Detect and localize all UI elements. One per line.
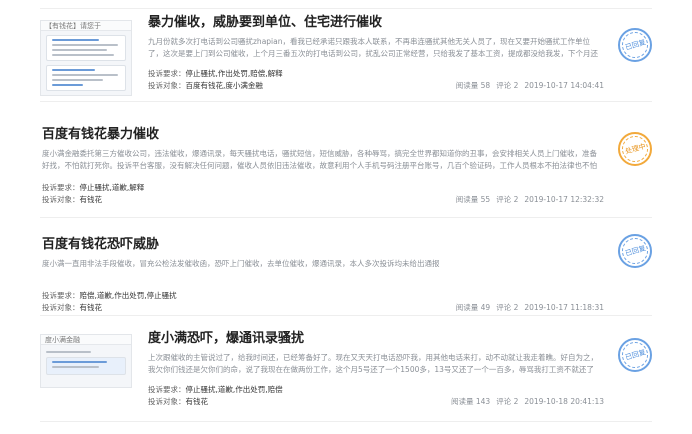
status-label: 已回复 (623, 38, 647, 52)
demand-label: 投诉要求： (42, 291, 80, 300)
complaint-title[interactable]: 百度有钱花暴力催收 (42, 126, 604, 144)
complaint-meta: 投诉要求：停止骚扰,作出处罚,赔偿,解释 投诉对象：百度有钱花,度小满金融 阅读… (148, 68, 604, 92)
post-date: 2019-10-17 12:32:32 (524, 195, 604, 204)
status-label: 处理中 (623, 142, 647, 156)
target-label: 投诉对象： (42, 303, 80, 312)
complaint-demand: 停止骚扰,作出处罚,赔偿,解释 (185, 69, 283, 78)
status-label: 已回复 (623, 244, 647, 258)
demand-label: 投诉要求： (148, 69, 186, 78)
complaint-stats: 阅读量 49 评论 2 2019-10-17 11:18:31 (450, 302, 604, 314)
demand-label: 投诉要求： (42, 183, 80, 192)
comment-count: 评论 2 (496, 397, 519, 406)
thumbnail-caption: 【有钱花】请您于 (41, 21, 131, 31)
complaint-body: 百度有钱花暴力催收 度小满金融委托第三方催收公司，违法催收，爆通讯录，每天骚扰电… (42, 126, 604, 206)
complaint-demand: 停止骚扰,道歉,作出处罚,赔偿 (185, 385, 283, 394)
complaint-target: 有钱花 (185, 397, 209, 406)
target-label: 投诉对象： (42, 195, 80, 204)
complaint-card[interactable]: 百度有钱花暴力催收 度小满金融委托第三方催收公司，违法催收，爆通讯录，每天骚扰电… (40, 120, 652, 218)
thumbnail-message-bubble (46, 357, 126, 375)
demand-label: 投诉要求： (148, 385, 186, 394)
complaint-thumbnail[interactable]: 【有钱花】请您于 (40, 20, 132, 96)
list-top-divider (40, 8, 652, 9)
thumbnail-sms-bubble (46, 65, 126, 91)
complaint-stats: 阅读量 58 评论 2 2019-10-17 14:04:41 (450, 80, 604, 92)
complaint-title[interactable]: 暴力催收，威胁要到单位、住宅进行催收 (148, 14, 604, 32)
complaint-summary: 上次跟催收的主管说过了，给我时间还，已经筹备好了。现在又天天打电话恐吓我，用其他… (148, 353, 598, 374)
thumbnail-sms-bubble (46, 35, 126, 61)
post-date: 2019-10-17 14:04:41 (524, 81, 604, 90)
complaint-target: 有钱花 (79, 303, 103, 312)
complaint-thumbnail[interactable]: 度小满金融 (40, 334, 132, 388)
complaint-target: 百度有钱花,度小满金融 (185, 81, 263, 90)
complaint-target: 有钱花 (79, 195, 103, 204)
comment-count: 评论 2 (496, 303, 519, 312)
complaint-title[interactable]: 度小满恐吓，爆通讯录骚扰 (148, 330, 604, 348)
post-date: 2019-10-18 20:41:13 (524, 397, 604, 406)
complaint-meta: 投诉要求：赔偿,道歉,作出处罚,停止骚扰 投诉对象：有钱花 阅读量 49 评论 2… (42, 290, 604, 314)
status-label: 已回复 (623, 348, 647, 362)
complaint-title[interactable]: 百度有钱花恐吓威胁 (42, 236, 604, 254)
comment-count: 评论 2 (496, 195, 519, 204)
complaint-stats: 阅读量 143 评论 2 2019-10-18 20:41:13 (445, 396, 604, 408)
target-label: 投诉对象： (148, 397, 186, 406)
complaint-card[interactable]: 百度有钱花恐吓威胁 度小满一直用非法手段催收，冒充公检法发催收函，恐吓上门催收，… (40, 230, 652, 316)
status-stamp-replied: 已回复 (618, 234, 652, 268)
complaint-body: 百度有钱花恐吓威胁 度小满一直用非法手段催收，冒充公检法发催收函，恐吓上门催收，… (42, 236, 604, 314)
complaint-body: 度小满恐吓，爆通讯录骚扰 上次跟催收的主管说过了，给我时间还，已经筹备好了。现在… (148, 330, 604, 408)
status-stamp-replied: 已回复 (618, 28, 652, 62)
complaint-body: 暴力催收，威胁要到单位、住宅进行催收 九月份就多次打电话到公司骚扰zhapian… (148, 14, 604, 92)
view-count: 阅读量 55 (455, 195, 491, 204)
thumbnail-caption: 度小满金融 (41, 335, 131, 345)
complaint-card[interactable]: 度小满金融 度小满恐吓，爆通讯录骚扰 上次跟催收的主管说过了，给我时间还，已经筹… (40, 326, 652, 422)
complaint-stats: 阅读量 55 评论 2 2019-10-17 12:32:32 (450, 194, 604, 206)
complaint-meta: 投诉要求：停止骚扰,道歉,解释 投诉对象：有钱花 阅读量 55 评论 2 2019-… (42, 182, 604, 206)
status-stamp-replied: 已回复 (618, 338, 652, 372)
complaint-demand: 停止骚扰,道歉,解释 (79, 183, 145, 192)
complaint-card[interactable]: 【有钱花】请您于 暴力催收，威胁要到单位、住宅进行催收 九月份就多次打电话到公司… (40, 14, 652, 102)
complaint-meta: 投诉要求：停止骚扰,道歉,作出处罚,赔偿 投诉对象：有钱花 阅读量 143 评论 … (148, 384, 604, 408)
view-count: 阅读量 58 (455, 81, 491, 90)
view-count: 阅读量 49 (455, 303, 491, 312)
status-stamp-processing: 处理中 (618, 132, 652, 166)
complaint-summary: 度小满金融委托第三方催收公司，违法催收，爆通讯录，每天骚扰电话，骚扰短信，短信威… (42, 149, 597, 170)
complaint-summary: 度小满一直用非法手段催收，冒充公检法发催收函，恐吓上门催收，去单位催收，爆通讯录… (42, 259, 440, 268)
view-count: 阅读量 143 (450, 397, 491, 406)
complaint-summary: 九月份就多次打电话到公司骚扰zhapian，看我已经承诺只跟我本人联系，不再串连… (148, 37, 598, 58)
target-label: 投诉对象： (148, 81, 186, 90)
complaint-demand: 赔偿,道歉,作出处罚,停止骚扰 (79, 291, 177, 300)
post-date: 2019-10-17 11:18:31 (524, 303, 604, 312)
comment-count: 评论 2 (496, 81, 519, 90)
